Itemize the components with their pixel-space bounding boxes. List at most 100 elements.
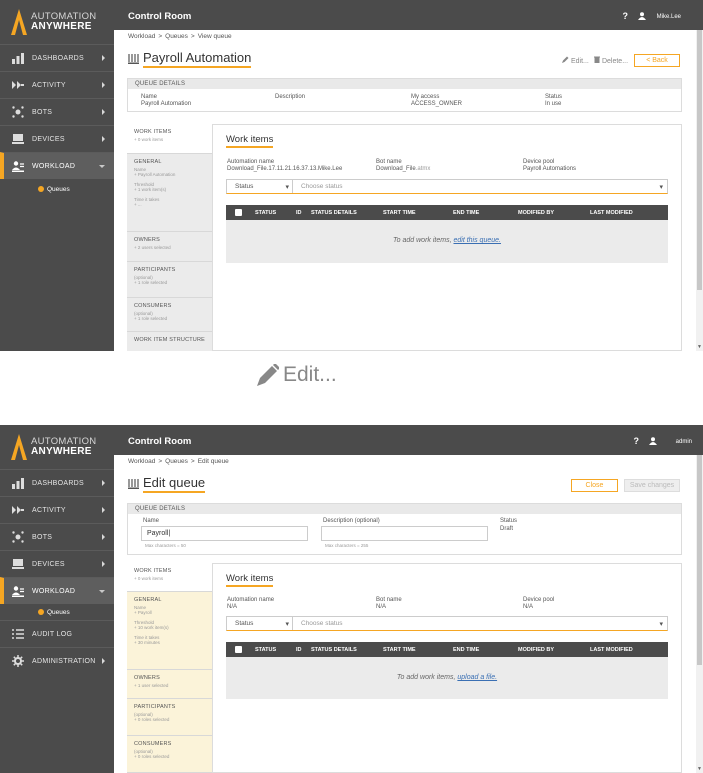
nav-workload[interactable]: WORKLOAD — [0, 577, 114, 604]
nav-bots[interactable]: BOTS — [0, 98, 114, 125]
nav-dashboards-label: DASHBOARDS — [32, 54, 85, 62]
nav-bots[interactable]: BOTS — [0, 523, 114, 550]
col-status-details[interactable]: STATUS DETAILS — [311, 210, 357, 216]
user-icon[interactable] — [649, 437, 657, 445]
section-participants[interactable]: PARTICIPANTS (optional) + 1 role selected — [127, 262, 212, 298]
section-general[interactable]: GENERAL Name + Payroll Threshold + 10 wor… — [127, 592, 212, 670]
user-name[interactable]: Mike.Lee — [657, 14, 681, 20]
section-subtitle: + 1 user selected — [134, 683, 169, 688]
section-work-items[interactable]: WORK ITEMS + 0 work items — [127, 563, 221, 592]
nav-dashboards[interactable]: DASHBOARDS — [0, 44, 114, 71]
chevron-right-icon — [102, 658, 105, 664]
choose-status-input[interactable]: Choose status — [293, 183, 659, 190]
help-icon[interactable]: ? — [623, 11, 629, 21]
nav-devices[interactable]: DEVICES — [0, 550, 114, 577]
col-status[interactable]: STATUS — [255, 647, 276, 653]
queue-icon — [128, 479, 139, 489]
logo-line2: ANYWHERE — [31, 21, 92, 32]
devices-icon — [12, 133, 24, 145]
section-participants[interactable]: PARTICIPANTS (optional) + 0 roles selecte… — [127, 699, 212, 736]
name-input[interactable]: Payroll| — [141, 526, 308, 541]
back-button[interactable]: < Back — [634, 54, 680, 67]
edit-link[interactable]: Edit... — [562, 56, 589, 65]
breadcrumb-workload[interactable]: Workload — [128, 33, 155, 40]
logo[interactable]: AUTOMATION ANYWHERE — [0, 425, 114, 469]
device-pool: Device pool N/A — [523, 597, 554, 611]
status-select[interactable]: Status — [227, 180, 293, 193]
chevron-down-icon[interactable]: ▾ — [659, 620, 663, 628]
help-icon[interactable]: ? — [634, 436, 640, 446]
scroll-down-icon[interactable]: ▼ — [696, 766, 703, 773]
nav-administration[interactable]: ADMINISTRATION — [0, 647, 114, 674]
upload-file-link[interactable]: upload a file. — [457, 674, 497, 681]
section-general[interactable]: GENERAL Name + Payroll Automation Thresho… — [127, 154, 212, 232]
logo-line2: ANYWHERE — [31, 446, 92, 457]
col-end-time[interactable]: END TIME — [453, 210, 479, 216]
section-consumers[interactable]: CONSUMERS (optional) + 0 roles selected — [127, 736, 212, 773]
qd-access-value: ACCESS_OWNER — [411, 101, 463, 107]
col-modified-by[interactable]: MODIFIED BY — [518, 647, 554, 653]
section-subtitle: (optional) + 1 role selected — [134, 311, 168, 321]
col-last-modified[interactable]: LAST MODIFIED — [590, 647, 633, 653]
queues-bullet-icon — [38, 186, 44, 192]
delete-link[interactable]: Delete... — [594, 56, 628, 65]
section-work-item-structure[interactable]: WORK ITEM STRUCTURE — [127, 332, 212, 351]
breadcrumb-queues[interactable]: Queues — [165, 458, 188, 465]
nav-audit-log[interactable]: AUDIT LOG — [0, 620, 114, 647]
work-items-grid-header: STATUS ID STATUS DETAILS START TIME END … — [226, 642, 668, 657]
nav-queues[interactable]: Queues — [0, 179, 114, 199]
scrollbar[interactable]: ▼ — [696, 455, 703, 773]
section-work-items[interactable]: WORK ITEMS + 0 work items — [127, 124, 221, 154]
delete-label: Delete... — [601, 58, 629, 65]
device-pool-value: N/A — [523, 604, 534, 610]
section-consumers[interactable]: CONSUMERS (optional) + 1 role selected — [127, 298, 212, 332]
scroll-down-icon[interactable]: ▼ — [696, 344, 703, 351]
scrollbar[interactable]: ▼ — [696, 30, 703, 351]
scrollbar-thumb[interactable] — [697, 30, 702, 290]
chevron-right-icon — [102, 534, 105, 540]
section-title: GENERAL — [134, 159, 162, 165]
nav-activity[interactable]: ACTIVITY — [0, 496, 114, 523]
col-start-time[interactable]: START TIME — [383, 647, 416, 653]
select-all-checkbox[interactable] — [235, 209, 242, 216]
automation-name-value: N/A — [227, 604, 238, 610]
save-changes-button[interactable]: Save changes — [624, 479, 680, 492]
col-id[interactable]: ID — [296, 210, 302, 216]
nav-devices[interactable]: DEVICES — [0, 125, 114, 152]
col-modified-by[interactable]: MODIFIED BY — [518, 210, 554, 216]
nav-queues[interactable]: Queues — [0, 604, 114, 620]
choose-status-input[interactable]: Choose status — [293, 620, 659, 627]
col-last-modified[interactable]: LAST MODIFIED — [590, 210, 633, 216]
qd-access: My access ACCESS_OWNER — [411, 94, 462, 107]
select-all-checkbox[interactable] — [235, 646, 242, 653]
col-status[interactable]: STATUS — [255, 210, 276, 216]
breadcrumb-workload[interactable]: Workload — [128, 458, 155, 465]
chevron-right-icon — [102, 480, 105, 486]
nav-activity[interactable]: ACTIVITY — [0, 71, 114, 98]
edit-queue-link[interactable]: edit this queue. — [453, 237, 500, 244]
scrollbar-thumb[interactable] — [697, 455, 702, 665]
automation-name-value: Download_File.17.11.21.16.37.13.Mike.Lee — [227, 166, 343, 172]
nav-dashboards[interactable]: DASHBOARDS — [0, 469, 114, 496]
status-select[interactable]: Status — [227, 617, 293, 630]
device-pool: Device pool Payroll Automations — [523, 159, 576, 173]
nav-workload[interactable]: WORKLOAD — [0, 152, 114, 179]
col-end-time[interactable]: END TIME — [453, 647, 479, 653]
queues-bullet-icon — [38, 609, 44, 615]
qd-status-label: Status — [545, 94, 563, 100]
logo[interactable]: AUTOMATION ANYWHERE — [0, 0, 114, 44]
workload-icon — [12, 160, 24, 172]
breadcrumb-queues[interactable]: Queues — [165, 33, 188, 40]
name-label: Name — [143, 518, 160, 524]
col-start-time[interactable]: START TIME — [383, 210, 416, 216]
chevron-down-icon[interactable]: ▾ — [659, 183, 663, 191]
section-owners[interactable]: OWNERS + 2 users selected — [127, 232, 212, 262]
close-button[interactable]: Close — [571, 479, 618, 492]
automation-name-label: Automation name — [227, 597, 275, 603]
description-input[interactable] — [321, 526, 488, 541]
col-status-details[interactable]: STATUS DETAILS — [311, 647, 357, 653]
section-owners[interactable]: OWNERS + 1 user selected — [127, 670, 212, 699]
user-icon[interactable] — [638, 12, 646, 20]
col-id[interactable]: ID — [296, 647, 302, 653]
user-name[interactable]: admin — [676, 439, 692, 445]
